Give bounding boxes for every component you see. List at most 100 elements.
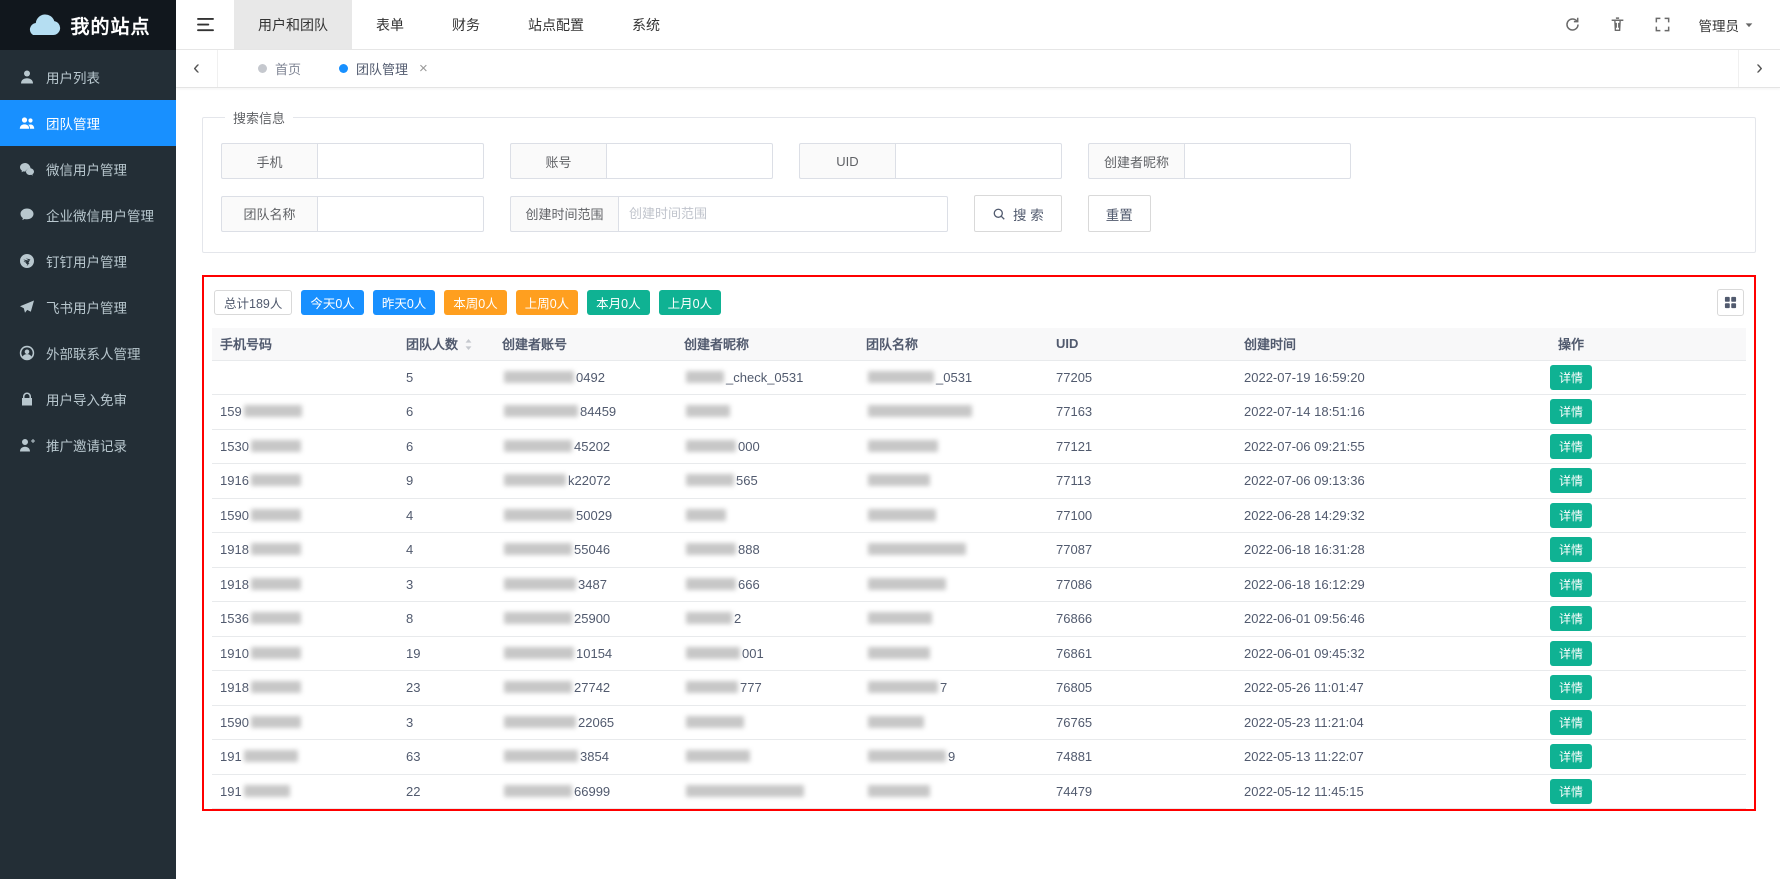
detail-button[interactable]: 详情 <box>1550 503 1592 528</box>
top-nav-item[interactable]: 表单 <box>352 0 428 49</box>
reset-button-label: 重置 <box>1106 204 1133 224</box>
sidebar-item[interactable]: 用户列表 <box>0 54 176 100</box>
top-nav-item[interactable]: 系统 <box>608 0 684 49</box>
cell-creator-account: 27742 <box>494 671 676 706</box>
reset-button[interactable]: 重置 <box>1088 195 1151 232</box>
cell-uid: 76765 <box>1048 705 1236 740</box>
detail-button[interactable]: 详情 <box>1550 779 1592 804</box>
tab-close-icon[interactable]: × <box>419 61 428 76</box>
cell-actions: 详情 <box>1396 740 1746 775</box>
sidebar-item[interactable]: 飞书用户管理 <box>0 284 176 330</box>
sort-icon[interactable] <box>463 338 474 351</box>
detail-button[interactable]: 详情 <box>1550 641 1592 666</box>
top-nav-item[interactable]: 站点配置 <box>504 0 608 49</box>
redacted-blur <box>251 612 301 624</box>
cell-team-size: 3 <box>398 567 494 602</box>
redacted-blur <box>251 474 301 486</box>
detail-button[interactable]: 详情 <box>1550 434 1592 459</box>
search-field-input[interactable] <box>618 196 948 232</box>
sidebar-item[interactable]: 钉钉用户管理 <box>0 238 176 284</box>
sidebar-toggle-icon[interactable] <box>176 0 234 49</box>
cell-uid: 77163 <box>1048 395 1236 430</box>
dingtalk-icon <box>19 253 35 269</box>
cell-team-name <box>858 774 1048 809</box>
cell-team-size: 9 <box>398 464 494 499</box>
redacted-blur <box>504 578 576 590</box>
top-nav-item[interactable]: 财务 <box>428 0 504 49</box>
redacted-blur <box>251 543 301 555</box>
cell-uid: 77205 <box>1048 360 1236 395</box>
search-field-input[interactable] <box>1184 143 1351 179</box>
top-nav-item[interactable]: 用户和团队 <box>234 0 352 49</box>
detail-button[interactable]: 详情 <box>1550 537 1592 562</box>
table-row: 191833487666770862022-06-18 16:12:29详情 <box>212 567 1746 602</box>
sidebar-item-label: 用户导入免审 <box>46 389 127 409</box>
sidebar: 用户列表团队管理微信用户管理企业微信用户管理钉钉用户管理飞书用户管理外部联系人管… <box>0 50 176 879</box>
sidebar-item[interactable]: 企业微信用户管理 <box>0 192 176 238</box>
cell-team-name <box>858 498 1048 533</box>
cell-text: 777 <box>740 680 762 695</box>
cell-actions: 详情 <box>1396 671 1746 706</box>
column-header: 团队人数 <box>398 328 494 360</box>
admin-menu[interactable]: 管理员 <box>1699 15 1755 35</box>
cell-actions: 详情 <box>1396 774 1746 809</box>
column-header-label: 操作 <box>1558 337 1584 352</box>
detail-button[interactable]: 详情 <box>1550 675 1592 700</box>
detail-button[interactable]: 详情 <box>1550 572 1592 597</box>
tabs-scroll-right-icon[interactable]: › <box>1738 50 1780 87</box>
search-field-input[interactable] <box>606 143 773 179</box>
sidebar-item[interactable]: 微信用户管理 <box>0 146 176 192</box>
cell-created-time: 2022-05-12 11:45:15 <box>1236 774 1396 809</box>
sidebar-item[interactable]: 外部联系人管理 <box>0 330 176 376</box>
cell-text: 10154 <box>576 646 612 661</box>
sidebar-item[interactable]: 用户导入免审 <box>0 376 176 422</box>
column-settings-button[interactable] <box>1717 289 1744 316</box>
table-row: 1918455046888770872022-06-18 16:31:28详情 <box>212 533 1746 568</box>
sidebar-item[interactable]: 团队管理 <box>0 100 176 146</box>
tabs-scroll-left-icon[interactable]: ‹ <box>176 50 218 87</box>
tab-dot-icon <box>339 64 348 73</box>
cell-team-size: 3 <box>398 705 494 740</box>
redacted-blur <box>868 785 930 797</box>
redacted-blur <box>686 578 736 590</box>
detail-button[interactable]: 详情 <box>1550 468 1592 493</box>
detail-button[interactable]: 详情 <box>1550 606 1592 631</box>
column-header-label: 手机号码 <box>220 337 272 352</box>
column-header-label: UID <box>1056 336 1078 351</box>
stat-badge: 本周0人 <box>444 290 506 315</box>
cell-team-size: 6 <box>398 429 494 464</box>
table-row: 1590450029771002022-06-28 14:29:32详情 <box>212 498 1746 533</box>
cell-uid: 74881 <box>1048 740 1236 775</box>
cell-uid: 74479 <box>1048 774 1236 809</box>
cell-text: 7 <box>940 680 947 695</box>
cell-actions: 详情 <box>1396 602 1746 637</box>
cell-creator-account: 55046 <box>494 533 676 568</box>
search-button[interactable]: 搜 索 <box>974 195 1062 232</box>
sidebar-item[interactable]: 推广邀请记录 <box>0 422 176 468</box>
trash-icon[interactable] <box>1609 16 1626 33</box>
detail-button[interactable]: 详情 <box>1550 399 1592 424</box>
user-icon <box>19 69 35 85</box>
redacted-blur <box>504 509 574 521</box>
search-field-label: 手机 <box>221 143 317 179</box>
cell-team-name: _0531 <box>858 360 1048 395</box>
detail-button[interactable]: 详情 <box>1550 744 1592 769</box>
column-header-label: 团队名称 <box>866 337 918 352</box>
detail-button[interactable]: 详情 <box>1550 365 1592 390</box>
detail-button[interactable]: 详情 <box>1550 710 1592 735</box>
cell-creator-nickname <box>676 705 858 740</box>
fullscreen-icon[interactable] <box>1654 16 1671 33</box>
redacted-blur <box>868 612 932 624</box>
team-table: 手机号码团队人数创建者账号创建者昵称团队名称UID创建时间操作 50492_ch… <box>212 328 1746 809</box>
search-field-input[interactable] <box>317 196 484 232</box>
table-row: 191823277427777768052022-05-26 11:01:47详… <box>212 671 1746 706</box>
cell-uid: 76805 <box>1048 671 1236 706</box>
breadcrumb-tab[interactable]: 团队管理× <box>325 50 442 87</box>
breadcrumb-tab[interactable]: 首页 <box>244 50 315 87</box>
search-field-input[interactable] <box>317 143 484 179</box>
refresh-icon[interactable] <box>1564 16 1581 33</box>
brand-logo[interactable]: 我的站点 <box>0 0 176 50</box>
stats-row: 总计189人今天0人昨天0人本周0人上周0人本月0人上月0人 <box>212 285 1746 328</box>
stat-badges: 总计189人今天0人昨天0人本周0人上周0人本月0人上月0人 <box>214 290 721 315</box>
search-field-input[interactable] <box>895 143 1062 179</box>
